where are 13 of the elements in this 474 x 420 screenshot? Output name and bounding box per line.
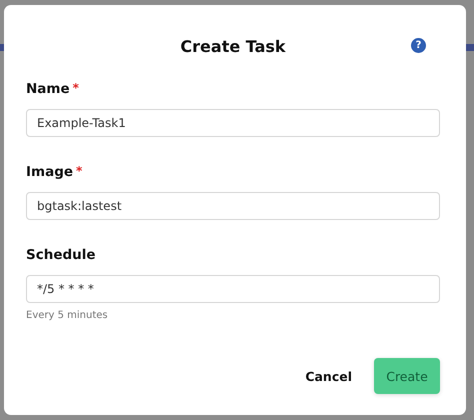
input-field[interactable]: Example-Task1 — [26, 109, 440, 137]
cancel-button[interactable]: Cancel — [305, 362, 352, 390]
input-field[interactable]: */5 * * * * — [26, 275, 440, 303]
required-mark: * — [76, 164, 82, 178]
help-icon[interactable]: ? — [411, 38, 426, 53]
hint-text: Every 5 minutes — [26, 310, 109, 321]
required-mark: * — [72, 81, 79, 95]
dialog-title: Create Task — [180, 36, 286, 56]
create-button[interactable]: Create — [374, 358, 440, 394]
field-label: Schedule — [26, 247, 96, 263]
field-label: Name — [26, 81, 70, 97]
input-field[interactable]: bgtask:lastest — [26, 192, 440, 220]
field-label: Image — [26, 164, 74, 180]
